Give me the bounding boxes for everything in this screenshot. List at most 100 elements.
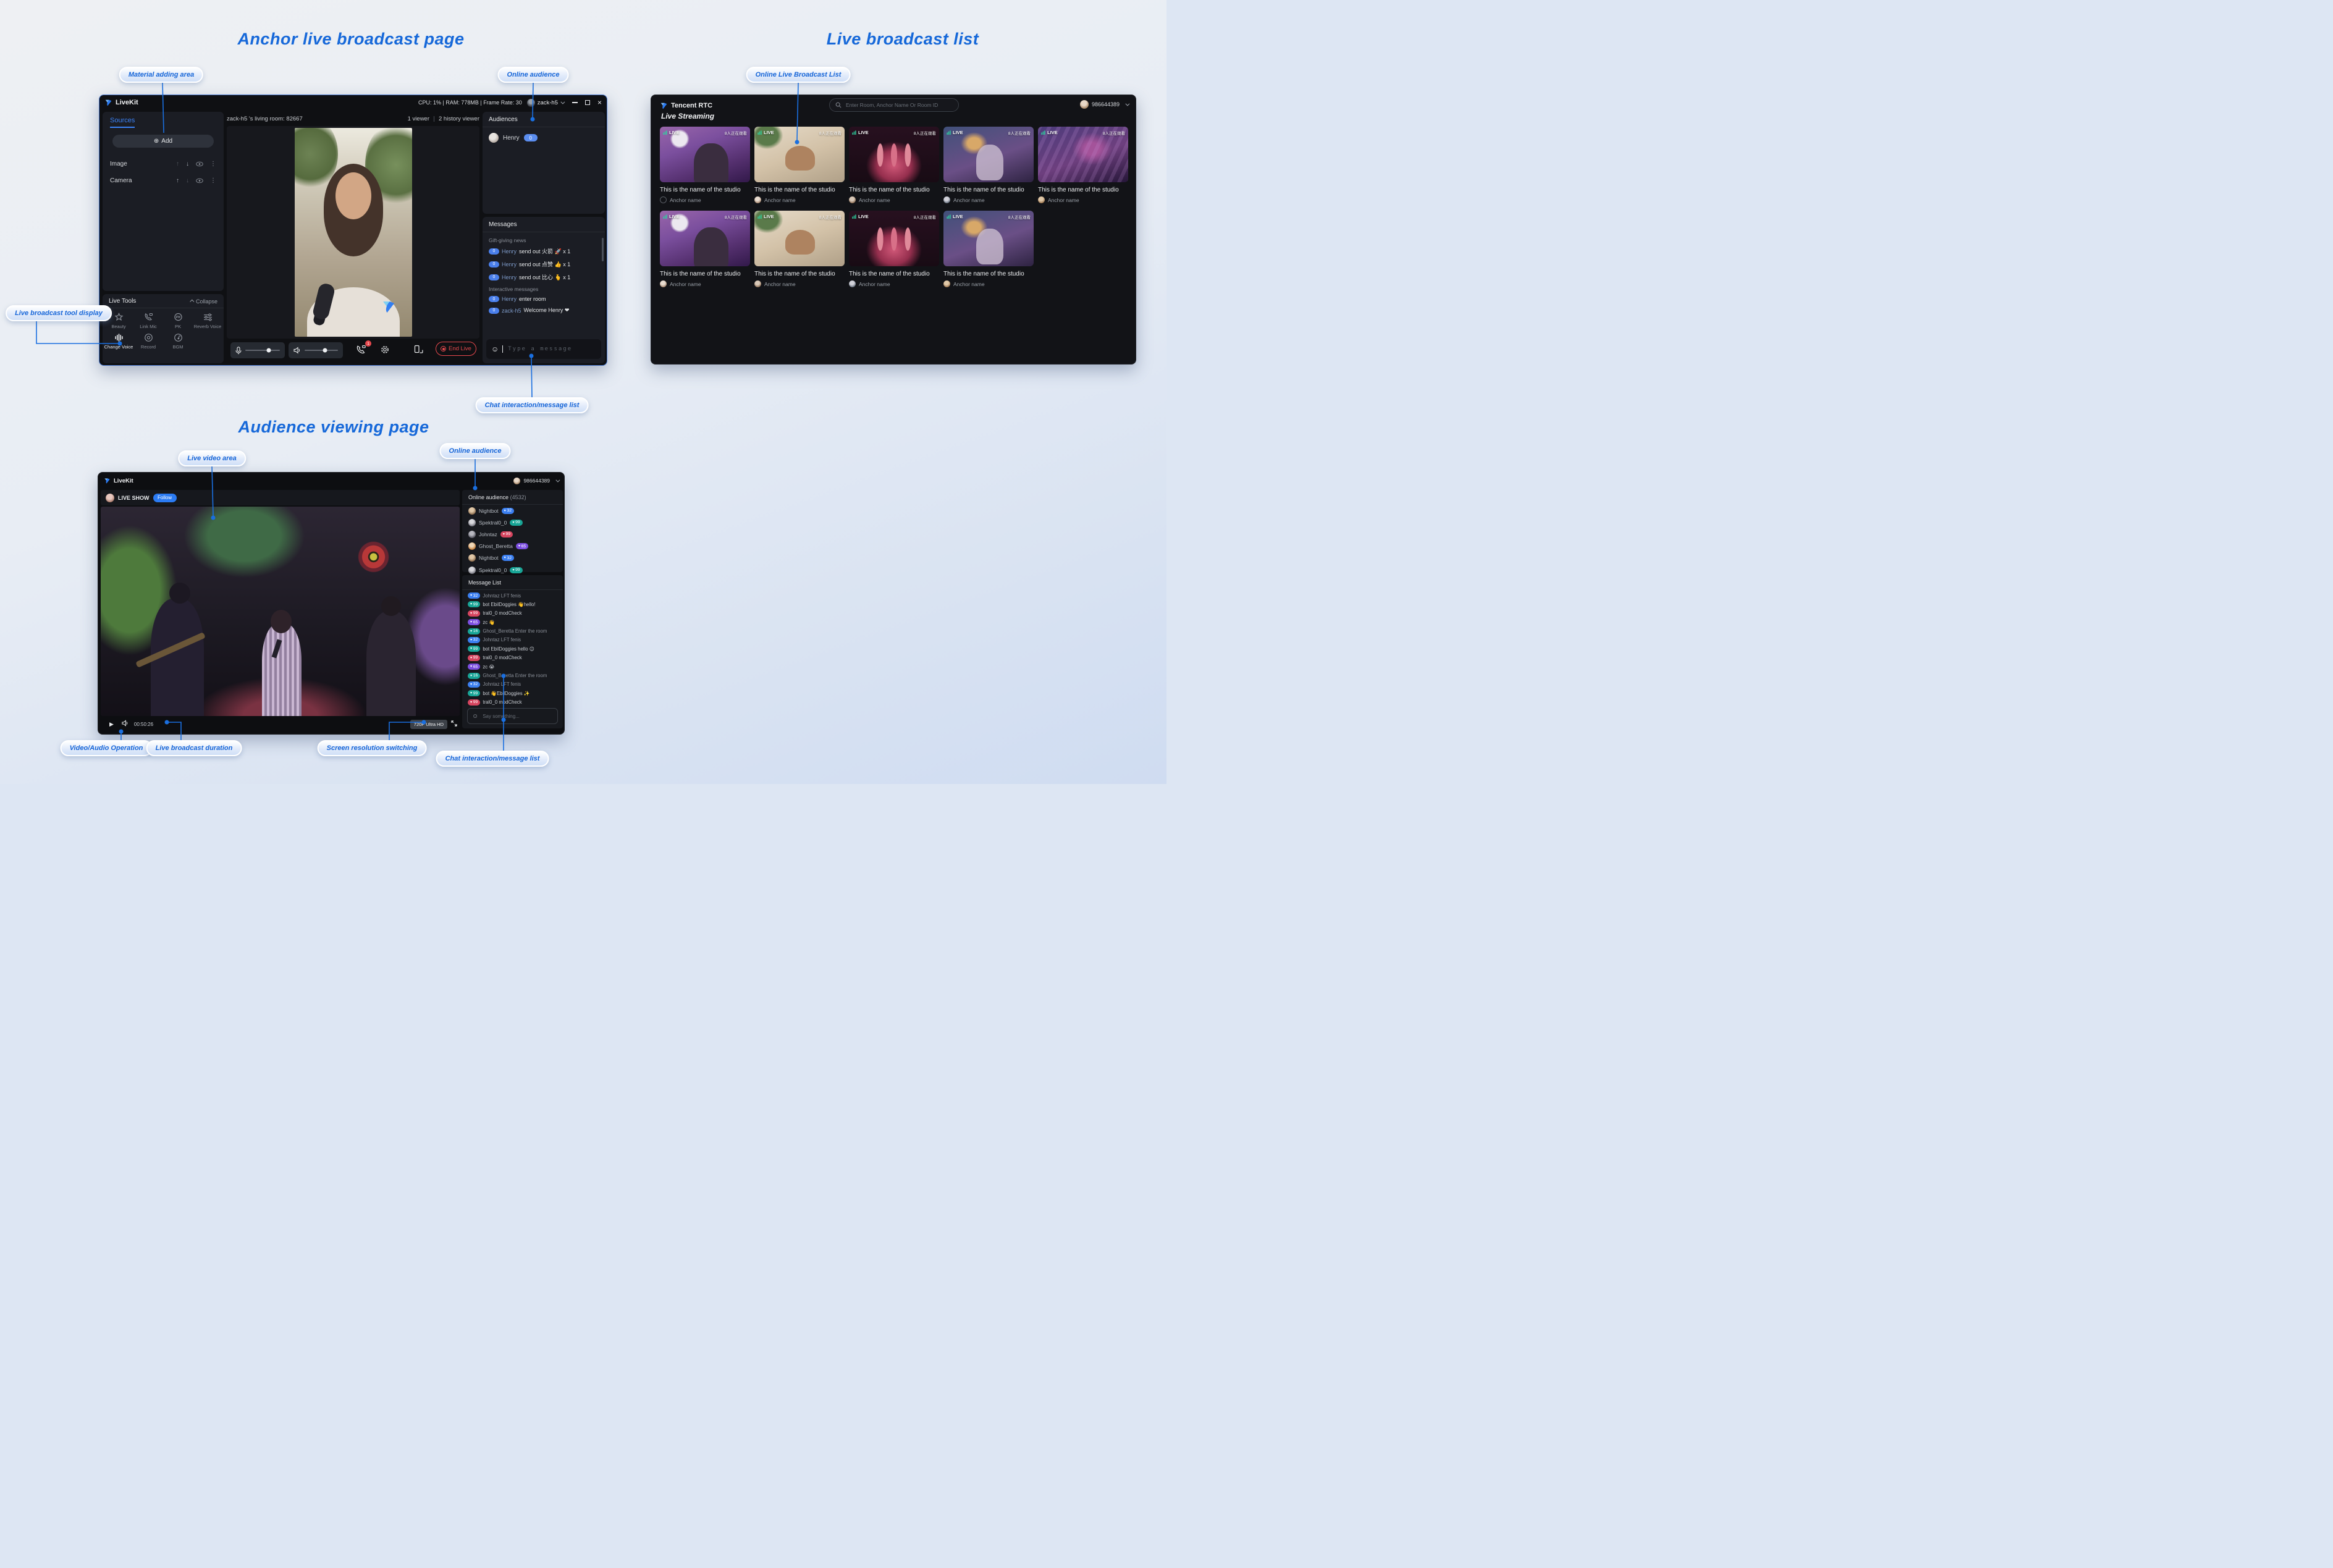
level-badge: ♥32: [468, 681, 480, 688]
live-room-card[interactable]: LIVE 8人正在观看 This is the name of the stud…: [754, 127, 845, 203]
tab-sources[interactable]: Sources: [110, 117, 135, 128]
source-row-camera[interactable]: Camera ↑ ↓ ⋮: [103, 174, 224, 187]
online-member-row[interactable]: Nightbot ♥32: [462, 552, 563, 564]
callout-screen-resolution-switching: Screen resolution switching: [318, 740, 427, 756]
mic-volume-slider[interactable]: [245, 350, 280, 351]
end-live-button[interactable]: End Live: [436, 342, 476, 356]
account-id: 986644389: [523, 478, 550, 484]
add-source-button[interactable]: ⊕ Add: [112, 135, 214, 148]
tool-record[interactable]: Record: [133, 333, 163, 350]
follow-button[interactable]: Follow: [153, 494, 177, 502]
message-text: bot 👋EbilDoggies ✨: [483, 691, 529, 696]
scrollbar-thumb[interactable]: [602, 238, 604, 261]
online-member-row[interactable]: Nightbot ♥32: [462, 505, 563, 516]
account-menu[interactable]: 986644389: [513, 478, 559, 484]
room-search-box[interactable]: [829, 98, 959, 112]
heart-icon: ♥: [504, 509, 506, 513]
user-avatar[interactable]: [527, 99, 535, 107]
online-member-row[interactable]: Spektral0_0 ♥99: [462, 564, 563, 576]
level-badge: ♥99: [468, 610, 480, 617]
sources-panel: Sources ⊕ Add Image ↑ ↓ ⋮ Camera ↑ ↓: [103, 112, 224, 291]
source-row-image[interactable]: Image ↑ ↓ ⋮: [103, 158, 224, 170]
message-text: zc 😭: [483, 664, 494, 670]
emoji-button[interactable]: ☺: [472, 713, 478, 720]
streamer-face: [335, 172, 371, 219]
live-room-card[interactable]: LIVE 8人正在观看 This is the name of the stud…: [849, 211, 939, 287]
anchor-broadcast-window: LiveKit CPU: 1% | RAM: 778MB | Frame Rat…: [99, 95, 607, 366]
account-menu[interactable]: 986644389: [1080, 100, 1128, 109]
move-up-icon[interactable]: ↑: [176, 177, 179, 184]
visibility-eye-icon[interactable]: [196, 161, 203, 167]
move-down-icon[interactable]: ↓: [186, 177, 189, 184]
tool-change-voice[interactable]: Change Voice: [104, 333, 133, 350]
chevron-down-icon[interactable]: [560, 99, 565, 104]
anchor-avatar: [660, 280, 667, 287]
sender-name: Henry: [502, 248, 517, 255]
move-down-icon[interactable]: ↓: [186, 161, 189, 167]
message-text: Johntaz LFT fenis: [483, 681, 521, 687]
live-room-card[interactable]: LIVE 8人正在观看 This is the name of the stud…: [1038, 127, 1128, 203]
call-requests-button[interactable]: [356, 345, 366, 358]
online-member-row[interactable]: Johntaz ♥99: [462, 528, 563, 540]
mute-speaker-button[interactable]: [122, 719, 129, 730]
title-broadcast-list: Live broadcast list: [827, 30, 979, 49]
message-text: zc 👋: [483, 620, 495, 625]
minimize-icon[interactable]: [572, 102, 578, 103]
chat-message-input[interactable]: [481, 713, 553, 720]
title-anchor-page: Anchor live broadcast page: [237, 30, 464, 49]
tool-pk[interactable]: PK PK: [163, 313, 193, 329]
viewer-count: 1 viewer: [408, 116, 429, 122]
online-member-row[interactable]: Ghost_Beretta ♥65: [462, 541, 563, 552]
avatar: [489, 133, 499, 143]
live-room-card[interactable]: LIVE 8人正在观看 This is the name of the stud…: [660, 127, 750, 203]
online-member-row[interactable]: Spektral0_0 ♥99: [462, 516, 563, 528]
heart-icon: ♥: [470, 656, 472, 660]
orientation-switch-button[interactable]: [414, 345, 423, 357]
visibility-eye-icon[interactable]: [196, 178, 203, 183]
more-options-icon[interactable]: ⋮: [210, 177, 216, 184]
speaker-volume-slider[interactable]: [305, 350, 338, 351]
emoji-button[interactable]: ☺: [491, 345, 499, 353]
live-room-card[interactable]: LIVE 8人正在观看 This is the name of the stud…: [754, 211, 845, 287]
live-video-player[interactable]: [101, 507, 460, 716]
slider-knob[interactable]: [323, 348, 327, 353]
speaker-volume-control[interactable]: [289, 342, 343, 358]
member-name: Nightbot: [479, 555, 499, 561]
live-room-card[interactable]: LIVE 8人正在观看 This is the name of the stud…: [943, 211, 1034, 287]
change-voice-equalizer-icon: [114, 333, 124, 342]
level-badge: ♥99: [468, 699, 480, 706]
tool-link-mic[interactable]: Link Mic: [133, 313, 163, 329]
slider-knob[interactable]: [267, 348, 271, 353]
message-text: bot EbilDoggies 👋hello!: [483, 602, 535, 607]
move-up-icon[interactable]: ↑: [176, 161, 179, 167]
collapse-toggle[interactable]: Collapse: [191, 298, 217, 305]
speaker-icon: [293, 347, 301, 354]
resolution-switch-button[interactable]: 720P Ultra HD: [410, 720, 447, 729]
live-room-card[interactable]: LIVE 8人正在观看 This is the name of the stud…: [943, 127, 1034, 203]
live-bars-icon: [947, 130, 951, 135]
close-icon[interactable]: ×: [597, 99, 602, 106]
search-input[interactable]: [845, 101, 953, 109]
fullscreen-expand-button[interactable]: [451, 719, 457, 730]
message-text: Johntaz LFT fenis: [483, 637, 521, 643]
settings-button[interactable]: [380, 345, 390, 358]
play-button[interactable]: ▶: [109, 721, 114, 728]
maximize-icon[interactable]: [585, 100, 590, 105]
audience-member-row[interactable]: Henry 0: [483, 127, 605, 148]
message-text: Ghost_Beretta Enter the room: [483, 673, 547, 678]
viewer-chat-input-box[interactable]: ☺: [467, 708, 558, 724]
message-text: tral0_0 modCheck: [483, 699, 521, 705]
live-badge: LIVE: [757, 214, 774, 219]
app-name: LiveKit: [116, 99, 138, 106]
tool-reverb-voice[interactable]: Reverb Voice: [193, 313, 222, 329]
live-room-card[interactable]: LIVE 8人正在观看 This is the name of the stud…: [660, 211, 750, 287]
mic-volume-control[interactable]: [230, 342, 285, 358]
speaker-icon: [122, 720, 129, 727]
more-options-icon[interactable]: ⋮: [210, 161, 216, 167]
level-badge: ♥16: [468, 673, 480, 679]
tool-bgm[interactable]: BGM: [163, 333, 193, 350]
chat-message-input[interactable]: [507, 345, 596, 353]
anchor-chat-input-box[interactable]: ☺: [486, 339, 601, 359]
live-room-card[interactable]: LIVE 8人正在观看 This is the name of the stud…: [849, 127, 939, 203]
user-name[interactable]: zack-h5: [538, 99, 558, 106]
